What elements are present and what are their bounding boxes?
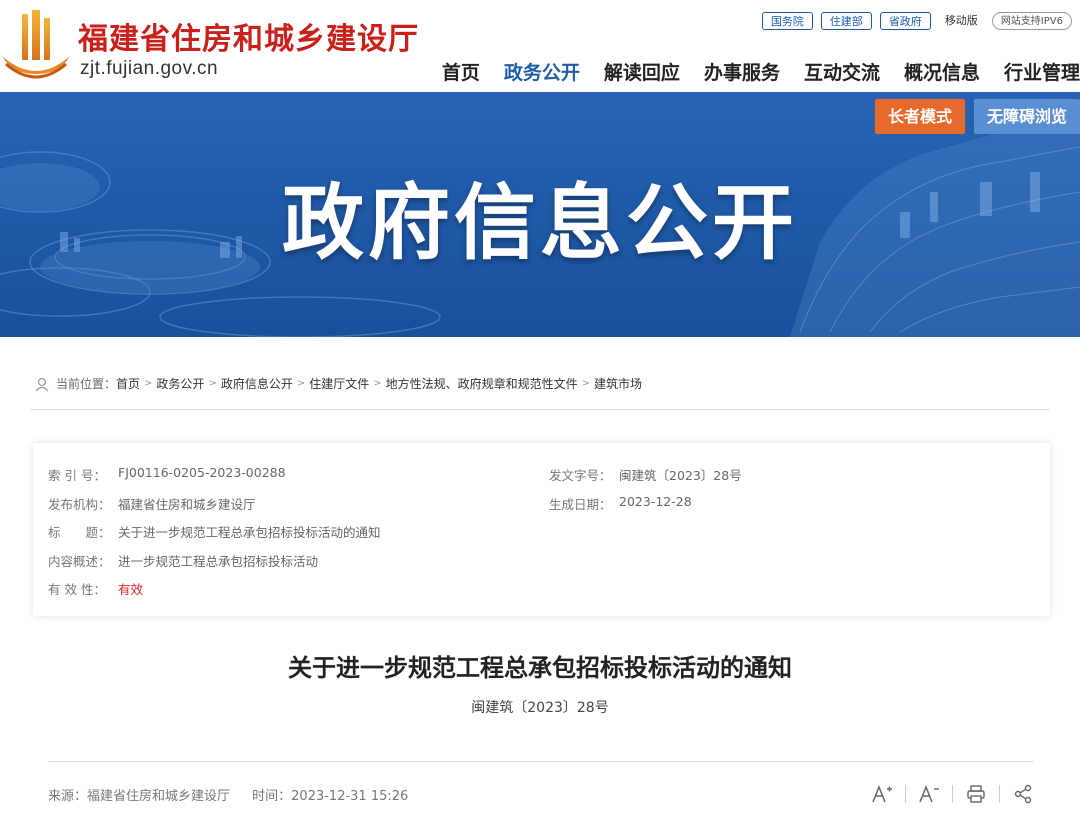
info-index-label: 索 引 号： [48, 468, 106, 483]
info-publisher-label: 发布机构： [48, 497, 111, 512]
main-nav: 首页 政务公开 解读回应 办事服务 互动交流 概况信息 行业管理 [442, 58, 1080, 85]
tool-divider [999, 785, 1000, 803]
article-doc-number: 闽建筑〔2023〕28号 [471, 700, 609, 716]
info-title-row: 标 题： 关于进一步规范工程总承包招标投标活动的通知 [48, 522, 381, 541]
chevron-right-icon: > [581, 378, 591, 389]
info-index-value: FJ00116-0205-2023-00288 [118, 465, 286, 480]
accessible-browse-button[interactable]: 无障碍浏览 [973, 99, 1080, 134]
tool-divider [905, 785, 906, 803]
link-mohurd[interactable]: 住建部 [820, 12, 872, 30]
banner: 政府信息公开 长者模式 无障碍浏览 [0, 92, 1080, 337]
info-publisher-row: 发布机构： 福建省住房和城乡建设厅 [48, 494, 256, 513]
article-time: 时间：2023-12-31 15:26 [252, 789, 409, 804]
nav-gov-affairs[interactable]: 政务公开 [504, 58, 580, 85]
document-info-box: 索 引 号： FJ00116-0205-2023-00288 发文字号： 闽建筑… [33, 443, 1050, 616]
nav-services[interactable]: 办事服务 [704, 58, 780, 85]
article-meta: 来源：福建省住房和城乡建设厅 时间：2023-12-31 15:26 [48, 785, 426, 804]
nav-industry[interactable]: 行业管理 [1004, 58, 1080, 85]
info-docno-row: 发文字号： 闽建筑〔2023〕28号 [549, 465, 742, 484]
tool-divider [952, 785, 953, 803]
site-title[interactable]: 福建省住房和城乡建设厅 [78, 14, 419, 58]
article-title: 关于进一步规范工程总承包招标投标活动的通知 [288, 654, 792, 682]
info-title-label: 标 题： [48, 525, 111, 540]
breadcrumb-gov-affairs[interactable]: 政务公开 [156, 375, 204, 392]
nav-home[interactable]: 首页 [442, 58, 480, 85]
breadcrumb-construction-market[interactable]: 建筑市场 [594, 375, 642, 392]
banner-title: 政府信息公开 [281, 176, 798, 271]
info-date-value: 2023-12-28 [619, 494, 692, 509]
breadcrumb-regulations[interactable]: 地方性法规、政府规章和规范性文件 [386, 375, 578, 392]
info-docno-value: 闽建筑〔2023〕28号 [619, 468, 742, 483]
breadcrumb-prefix: 当前位置： [56, 377, 117, 391]
info-summary-label: 内容概述： [48, 554, 111, 569]
font-decrease-icon[interactable] [916, 781, 942, 807]
chevron-right-icon: > [144, 378, 153, 389]
article-source: 来源：福建省住房和城乡建设厅 [48, 789, 231, 804]
elder-mode-button[interactable]: 长者模式 [874, 99, 965, 134]
nav-interaction[interactable]: 互动交流 [804, 58, 880, 85]
divider [48, 761, 1034, 762]
chevron-right-icon: > [373, 378, 382, 389]
link-provincial-gov[interactable]: 省政府 [879, 12, 931, 30]
info-date-label: 生成日期： [549, 497, 612, 512]
font-increase-icon[interactable] [869, 781, 895, 807]
info-publisher-value: 福建省住房和城乡建设厅 [118, 497, 256, 512]
share-icon[interactable] [1010, 781, 1036, 807]
info-summary-value: 进一步规范工程总承包招标投标活动 [118, 554, 319, 569]
info-docno-label: 发文字号： [549, 468, 612, 483]
info-index-row: 索 引 号： FJ00116-0205-2023-00288 [48, 465, 286, 484]
nav-interpretation[interactable]: 解读回应 [604, 58, 680, 85]
chevron-right-icon: > [296, 378, 306, 389]
accessibility-buttons: 长者模式 无障碍浏览 [874, 99, 1080, 134]
site-header: 福建省住房和城乡建设厅 zjt.fujian.gov.cn 国务院 住建部 省政… [0, 0, 1080, 92]
info-validity-label: 有 效 性： [48, 582, 106, 597]
link-mobile[interactable]: 移动版 [939, 12, 984, 30]
location-icon [35, 377, 49, 391]
info-title-value: 关于进一步规范工程总承包招标投标活动的通知 [118, 525, 381, 540]
article-tools [869, 781, 1036, 807]
link-state-council[interactable]: 国务院 [761, 12, 813, 30]
top-links: 国务院 住建部 省政府 移动版 网站支持IPV6 [761, 12, 1072, 30]
ipv6-badge: 网站支持IPV6 [991, 12, 1072, 30]
chevron-right-icon: > [208, 378, 217, 389]
info-validity-value: 有效 [118, 582, 144, 597]
logo-icon[interactable] [0, 8, 72, 82]
breadcrumb: 当前位置： 首页 > 政务公开 > 政府信息公开 > 住建厅文件 > 地方性法规… [30, 337, 1050, 410]
breadcrumb-home[interactable]: 首页 [116, 375, 140, 392]
breadcrumb-dept-docs[interactable]: 住建厅文件 [309, 375, 369, 392]
info-date-row: 生成日期： 2023-12-28 [549, 494, 692, 513]
nav-overview[interactable]: 概况信息 [904, 58, 980, 85]
breadcrumb-info-disclosure[interactable]: 政府信息公开 [221, 375, 293, 392]
site-domain: zjt.fujian.gov.cn [80, 58, 219, 79]
info-validity-row: 有 效 性： 有效 [48, 579, 143, 598]
print-icon[interactable] [963, 781, 989, 807]
info-summary-row: 内容概述： 进一步规范工程总承包招标投标活动 [48, 551, 318, 570]
